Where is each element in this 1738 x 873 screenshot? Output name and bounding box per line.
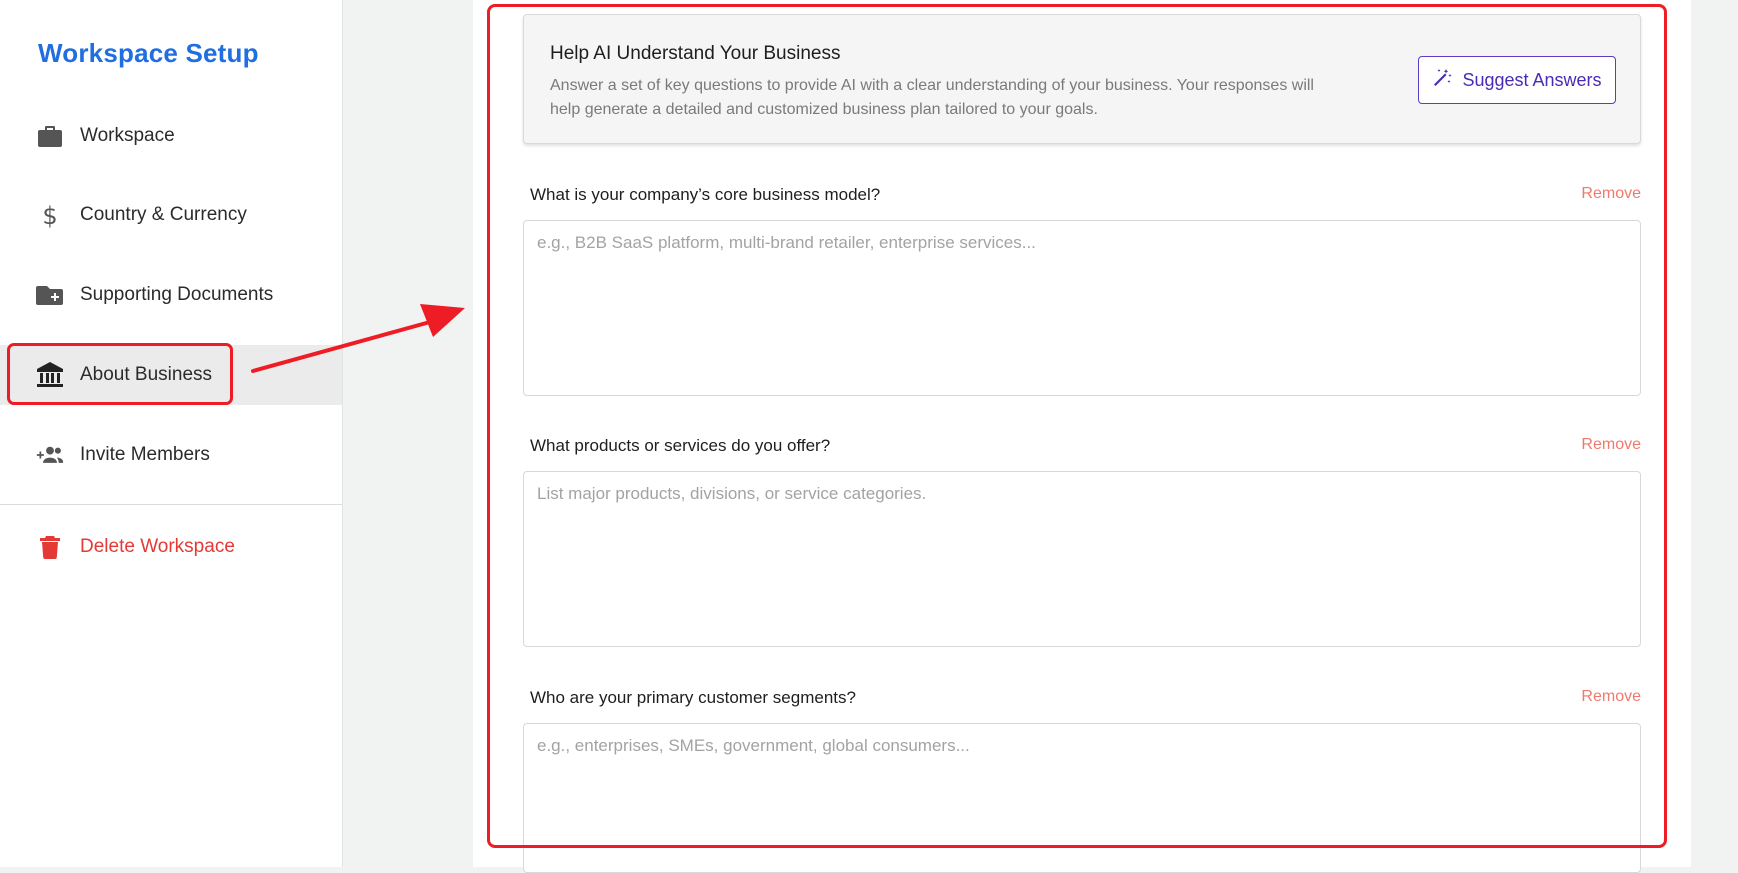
trash-icon: [36, 533, 64, 561]
sidebar-divider: [0, 504, 342, 505]
sidebar-item-label: About Business: [80, 364, 213, 385]
remove-question-button[interactable]: Remove: [1581, 185, 1641, 203]
bank-icon: [36, 361, 64, 389]
intro-card: Help AI Understand Your Business Answer …: [523, 14, 1641, 144]
answer-textarea[interactable]: [523, 723, 1641, 873]
sidebar-item-about-business[interactable]: About Business: [0, 345, 342, 405]
sidebar-item-label: Invite Members: [80, 444, 210, 465]
sidebar-item-country-currency[interactable]: $ Country & Currency: [0, 185, 342, 245]
delete-workspace-button[interactable]: Delete Workspace: [0, 517, 342, 577]
answer-textarea[interactable]: [523, 220, 1641, 396]
question-label: What is your company’s core business mod…: [530, 185, 881, 204]
group-add-icon: [36, 441, 64, 469]
remove-question-button[interactable]: Remove: [1581, 436, 1641, 454]
sidebar: Workspace Setup Workspace $ Country & Cu…: [0, 0, 343, 867]
dollar-icon: $: [36, 201, 64, 229]
remove-question-button[interactable]: Remove: [1581, 688, 1641, 706]
sidebar-item-supporting-documents[interactable]: Supporting Documents: [0, 265, 342, 325]
intro-description: Answer a set of key questions to provide…: [550, 77, 1314, 118]
magic-wand-icon: [1432, 68, 1452, 93]
suggest-answers-button[interactable]: Suggest Answers: [1418, 56, 1616, 104]
delete-workspace-label: Delete Workspace: [80, 536, 235, 557]
sidebar-item-label: Workspace: [80, 125, 175, 146]
sidebar-item-workspace[interactable]: Workspace: [0, 106, 342, 166]
folder-plus-icon: [36, 281, 64, 309]
sidebar-title: Workspace Setup: [38, 38, 259, 68]
svg-text:$: $: [42, 202, 57, 228]
intro-title: Help AI Understand Your Business: [550, 43, 841, 64]
answer-textarea[interactable]: [523, 471, 1641, 647]
sidebar-item-invite-members[interactable]: Invite Members: [0, 425, 342, 485]
suggest-answers-label: Suggest Answers: [1462, 69, 1602, 90]
question-label: What products or services do you offer?: [530, 436, 831, 455]
briefcase-icon: [36, 122, 64, 150]
question-label: Who are your primary customer segments?: [530, 688, 856, 707]
sidebar-item-label: Supporting Documents: [80, 284, 274, 305]
sidebar-item-label: Country & Currency: [80, 204, 247, 225]
